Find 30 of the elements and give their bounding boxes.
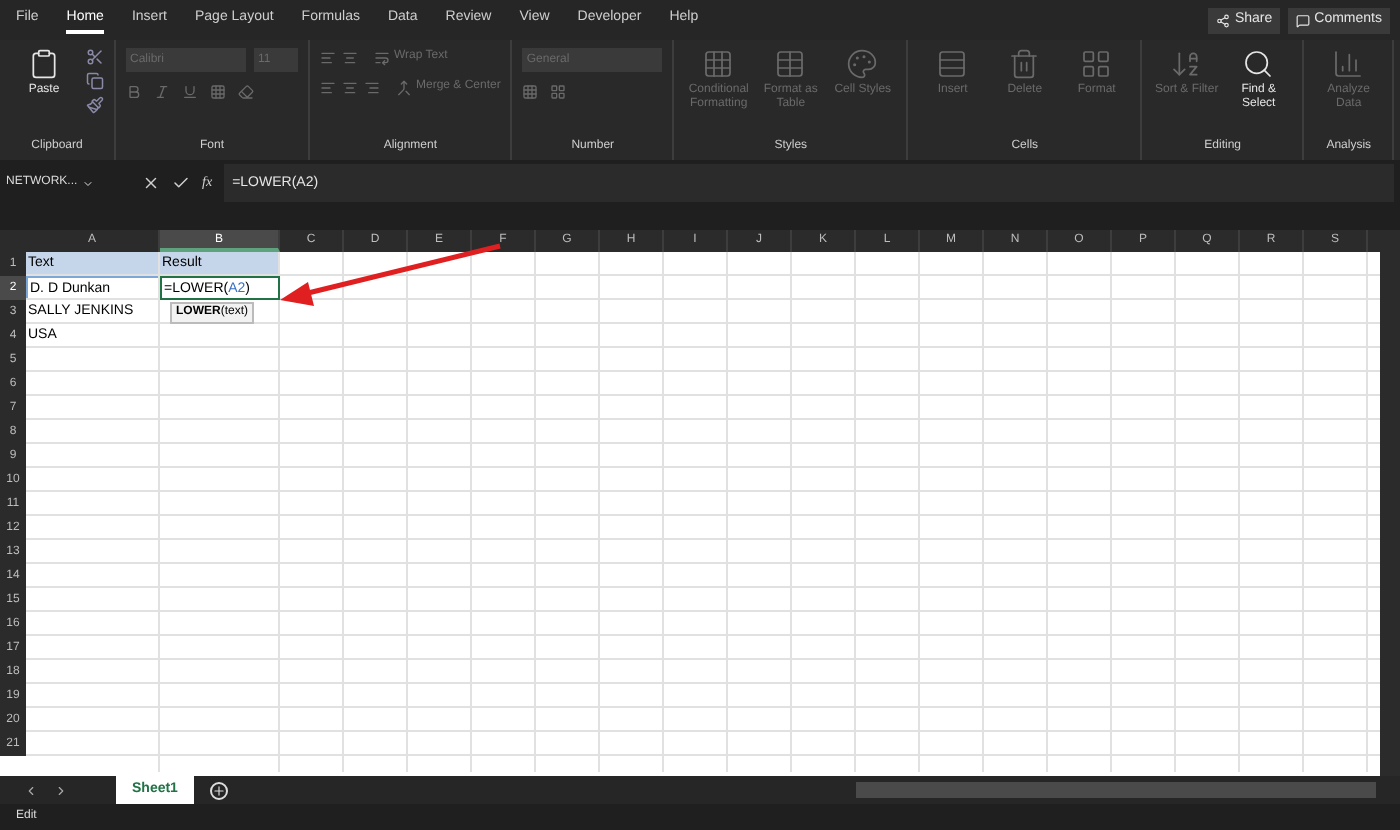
ribbon-icon [1242,48,1275,80]
bold-icon[interactable] [126,84,142,100]
scroll-right-icon[interactable] [54,783,68,797]
align-icon[interactable] [364,79,380,95]
ribbon-icon [1008,48,1041,80]
ribbon-icon [702,48,735,80]
italic-icon[interactable] [154,84,170,100]
ribbon-icon [1170,48,1203,80]
ribbon-icon [774,48,807,80]
format-painter-icon[interactable] [86,96,104,114]
align-icon[interactable] [342,79,358,95]
ribbon-icon [936,48,969,80]
border-icon[interactable] [210,84,226,100]
underline-icon[interactable] [182,84,198,100]
align-icon[interactable] [320,79,336,95]
scroll-left-icon[interactable] [24,783,38,797]
ribbon-icon [1080,48,1113,80]
share-icon [1216,14,1231,28]
cancel-icon[interactable] [142,174,160,192]
align-icon[interactable] [320,49,336,65]
enter-icon[interactable] [172,174,190,192]
horizontal-scrollbar[interactable] [856,782,1376,798]
cut-icon[interactable] [86,48,104,66]
ribbon-icon [1332,48,1365,80]
add-sheet-icon[interactable] [209,781,228,799]
ribbon-icon [846,48,879,80]
comment-icon [1296,14,1311,28]
copy-icon[interactable] [86,72,104,90]
align-icon[interactable] [342,49,358,65]
ribbon-icon [28,48,60,80]
